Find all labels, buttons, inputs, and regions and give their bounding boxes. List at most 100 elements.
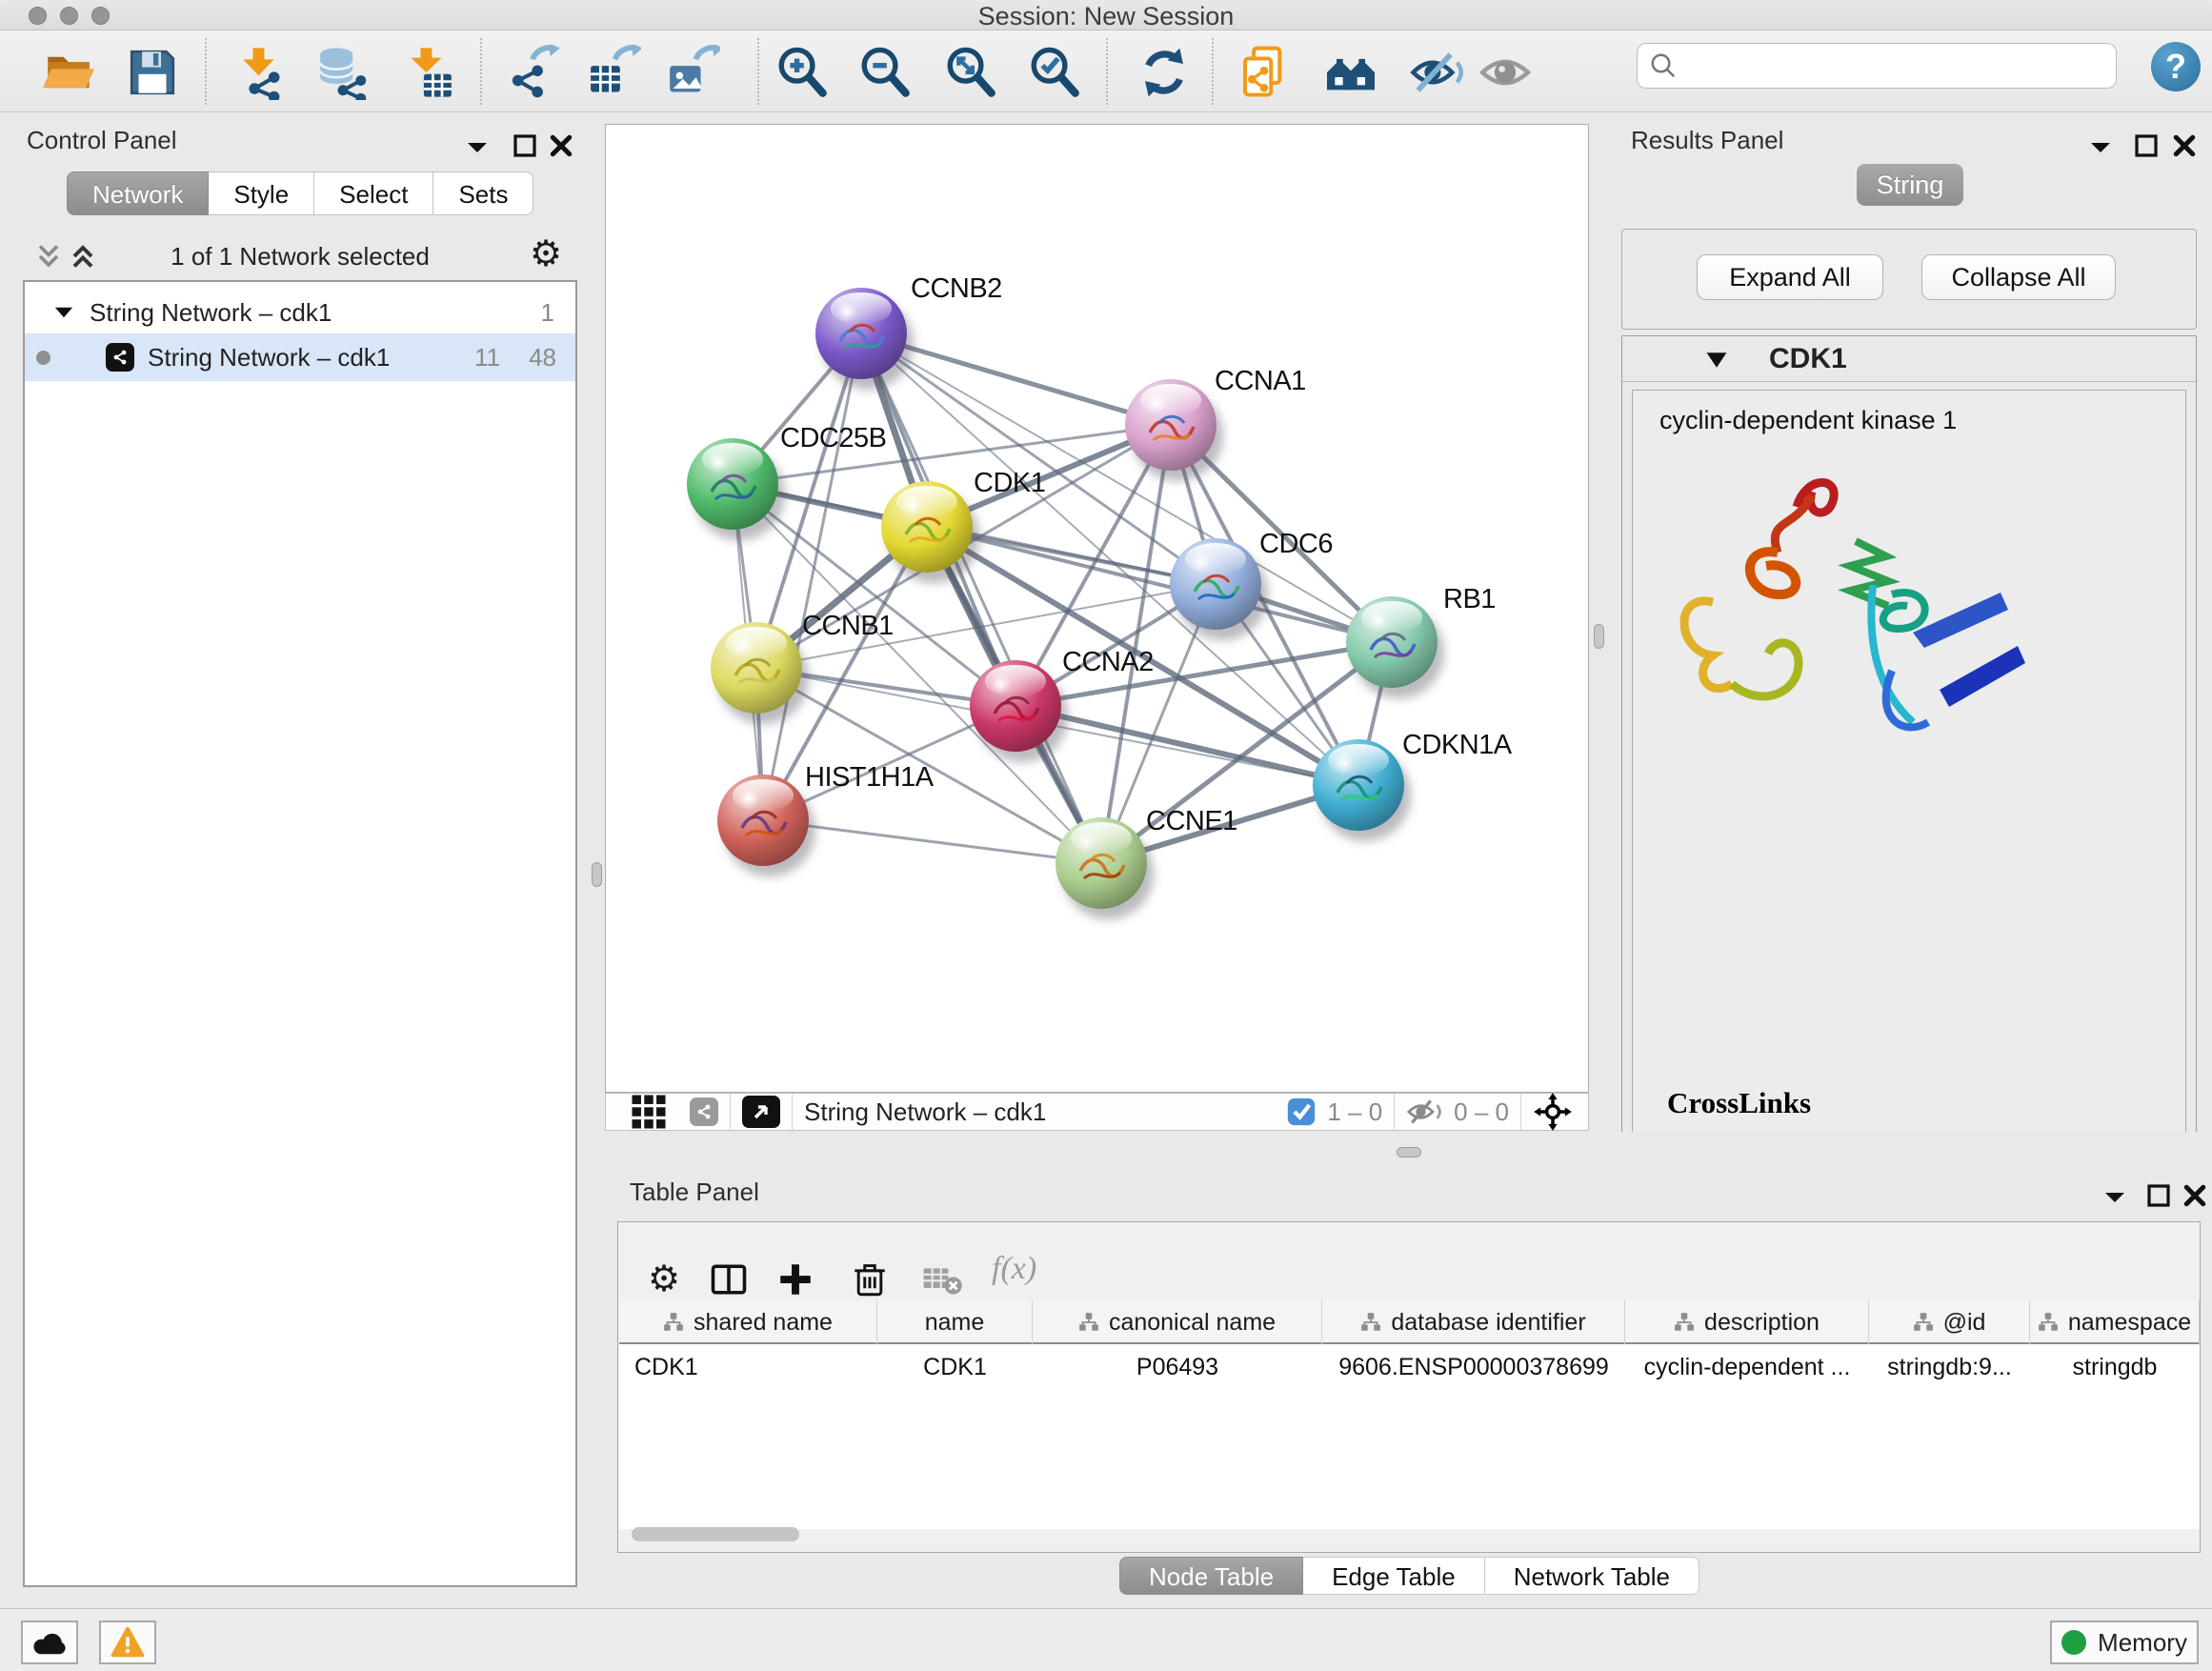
zoom-fit-button[interactable] [940,44,1001,101]
horizontal-scrollbar[interactable] [632,1527,799,1541]
hidden-node-edge-counts: 0 – 0 [1454,1097,1509,1127]
table-cell-id[interactable]: stringdb:9... [1869,1346,2030,1388]
string-node-entry: CDK1 cyclin-dependent kinase 1 CrossLink… [1621,335,2197,1143]
tab-string[interactable]: String [1857,164,1963,206]
column-header-canonical-name[interactable]: canonical name [1033,1300,1322,1344]
tab-sets[interactable]: Sets [433,171,533,215]
column-header-shared-name[interactable]: shared name [619,1300,877,1344]
network-edge[interactable] [1016,706,1358,785]
table-cell-canonical-name[interactable]: P06493 [1033,1346,1322,1388]
import-table-button[interactable] [398,44,459,101]
show-all-button[interactable] [1475,44,1536,101]
apply-layout-button[interactable] [1134,44,1195,101]
hide-selected-button[interactable] [1407,44,1468,101]
column-header-name[interactable]: name [877,1300,1033,1344]
network-node-ccna2[interactable] [970,660,1061,752]
column-header-id[interactable]: @id [1869,1300,2030,1344]
open-session-button[interactable] [38,44,99,101]
create-column-button[interactable] [773,1257,818,1302]
table-cell-database-identifier[interactable]: 9606.ENSP00000378699 [1322,1346,1625,1388]
network-node-ccnb2[interactable] [815,288,907,379]
table-settings-button[interactable]: ⚙ [641,1257,687,1302]
collapse-triangle-icon[interactable] [51,300,76,325]
hidden-eye-icon[interactable] [1406,1097,1444,1127]
tab-node-table[interactable]: Node Table [1119,1557,1303,1595]
network-options-gear-icon[interactable]: ⚙ [530,236,562,272]
panel-menu-icon[interactable] [463,133,492,162]
panel-menu-icon[interactable] [2101,1183,2129,1212]
column-header-description[interactable]: description [1625,1300,1869,1344]
export-table-icon [586,45,641,100]
network-node-label-ccna1: CCNA1 [1215,366,1306,397]
table-cell-description[interactable]: cyclin-dependent ... [1625,1346,1869,1388]
column-header-database-identifier[interactable]: database identifier [1322,1300,1625,1344]
help-button[interactable]: ? [2151,42,2201,91]
entry-collapse-triangle-icon[interactable] [1704,350,1729,371]
network-node-cdk1[interactable] [881,481,973,573]
tab-network[interactable]: Network [67,171,209,215]
export-image-button[interactable] [662,44,723,101]
panel-float-icon[interactable] [2132,131,2161,160]
table-cell-shared-name[interactable]: CDK1 [619,1346,877,1388]
network-node-rb1[interactable] [1346,596,1438,688]
show-columns-button[interactable] [706,1257,752,1302]
network-node-ccne1[interactable] [1056,817,1147,909]
network-view-share-icon[interactable] [690,1097,718,1126]
panel-float-icon[interactable] [2144,1181,2173,1210]
cloud-status-button[interactable] [21,1621,78,1664]
collapse-all-button[interactable]: Collapse All [1921,254,2116,300]
export-table-button[interactable] [583,44,644,101]
network-node-cdkn1a[interactable] [1313,739,1404,831]
table-cell-name[interactable]: CDK1 [877,1346,1033,1388]
zoom-out-button[interactable] [855,44,915,101]
network-node-ccnb1[interactable] [711,622,802,714]
tab-network-table[interactable]: Network Table [1485,1557,1699,1595]
expand-all-button[interactable]: Expand All [1697,254,1883,300]
entry-header[interactable]: CDK1 [1622,336,2196,382]
search-icon [1649,51,1678,80]
export-network-button[interactable] [502,44,563,101]
new-network-from-selection-button[interactable] [1234,44,1295,101]
import-network-file-button[interactable] [231,44,292,101]
import-network-database-button[interactable] [312,44,373,101]
network-node-ccna1[interactable] [1125,379,1217,471]
horizontal-splitter-handle[interactable] [1397,1147,1421,1158]
network-node-hist1h1a[interactable] [717,775,809,866]
grid-view-icon[interactable] [629,1092,669,1132]
save-session-button[interactable] [122,44,183,101]
network-edge[interactable] [763,820,1101,863]
network-collection-row[interactable]: String Network – cdk1 1 [25,292,575,333]
memory-button[interactable]: Memory [2050,1621,2199,1664]
node-gloss [1071,822,1131,856]
first-neighbors-button[interactable] [1320,44,1381,101]
node-gloss [985,665,1045,698]
delete-column-button[interactable] [847,1257,893,1302]
selected-checkbox-icon[interactable] [1285,1096,1317,1128]
node-table: shared namenamecanonical namedatabase id… [619,1300,2200,1529]
zoom-selected-button[interactable] [1024,44,1085,101]
zoom-in-button[interactable] [772,44,833,101]
panel-close-icon[interactable] [547,131,575,160]
tab-style[interactable]: Style [209,171,314,215]
column-header-namespace[interactable]: namespace [2030,1300,2200,1344]
right-splitter-handle[interactable] [1594,624,1604,649]
tab-select[interactable]: Select [314,171,433,215]
tab-edge-table[interactable]: Edge Table [1303,1557,1485,1595]
network-row-selected[interactable]: String Network – cdk1 11 48 [25,333,575,381]
network-node-cdc25b[interactable] [687,438,778,530]
table-cell-namespace[interactable]: stringdb [2030,1346,2200,1388]
pan-crosshair-icon[interactable] [1533,1092,1573,1132]
panel-menu-icon[interactable] [2086,133,2115,162]
network-canvas[interactable]: CCNB2 CCNA1 CDC25B CDK1 CDC6 RB1 CCNB1 C… [605,124,1589,1093]
network-node-cdc6[interactable] [1170,538,1261,630]
horizontal-splitter[interactable] [592,1132,2212,1172]
warnings-button[interactable] [99,1621,156,1664]
panel-close-icon[interactable] [2181,1181,2209,1210]
panel-float-icon[interactable] [511,131,539,160]
birdseye-view-icon[interactable] [742,1096,780,1128]
search-input[interactable] [1678,52,2087,80]
panel-close-icon[interactable] [2170,131,2199,160]
network-edge[interactable] [763,333,861,820]
left-splitter-handle[interactable] [592,862,602,887]
table-row[interactable]: CDK1CDK1P064939606.ENSP00000378699cyclin… [619,1346,2200,1388]
